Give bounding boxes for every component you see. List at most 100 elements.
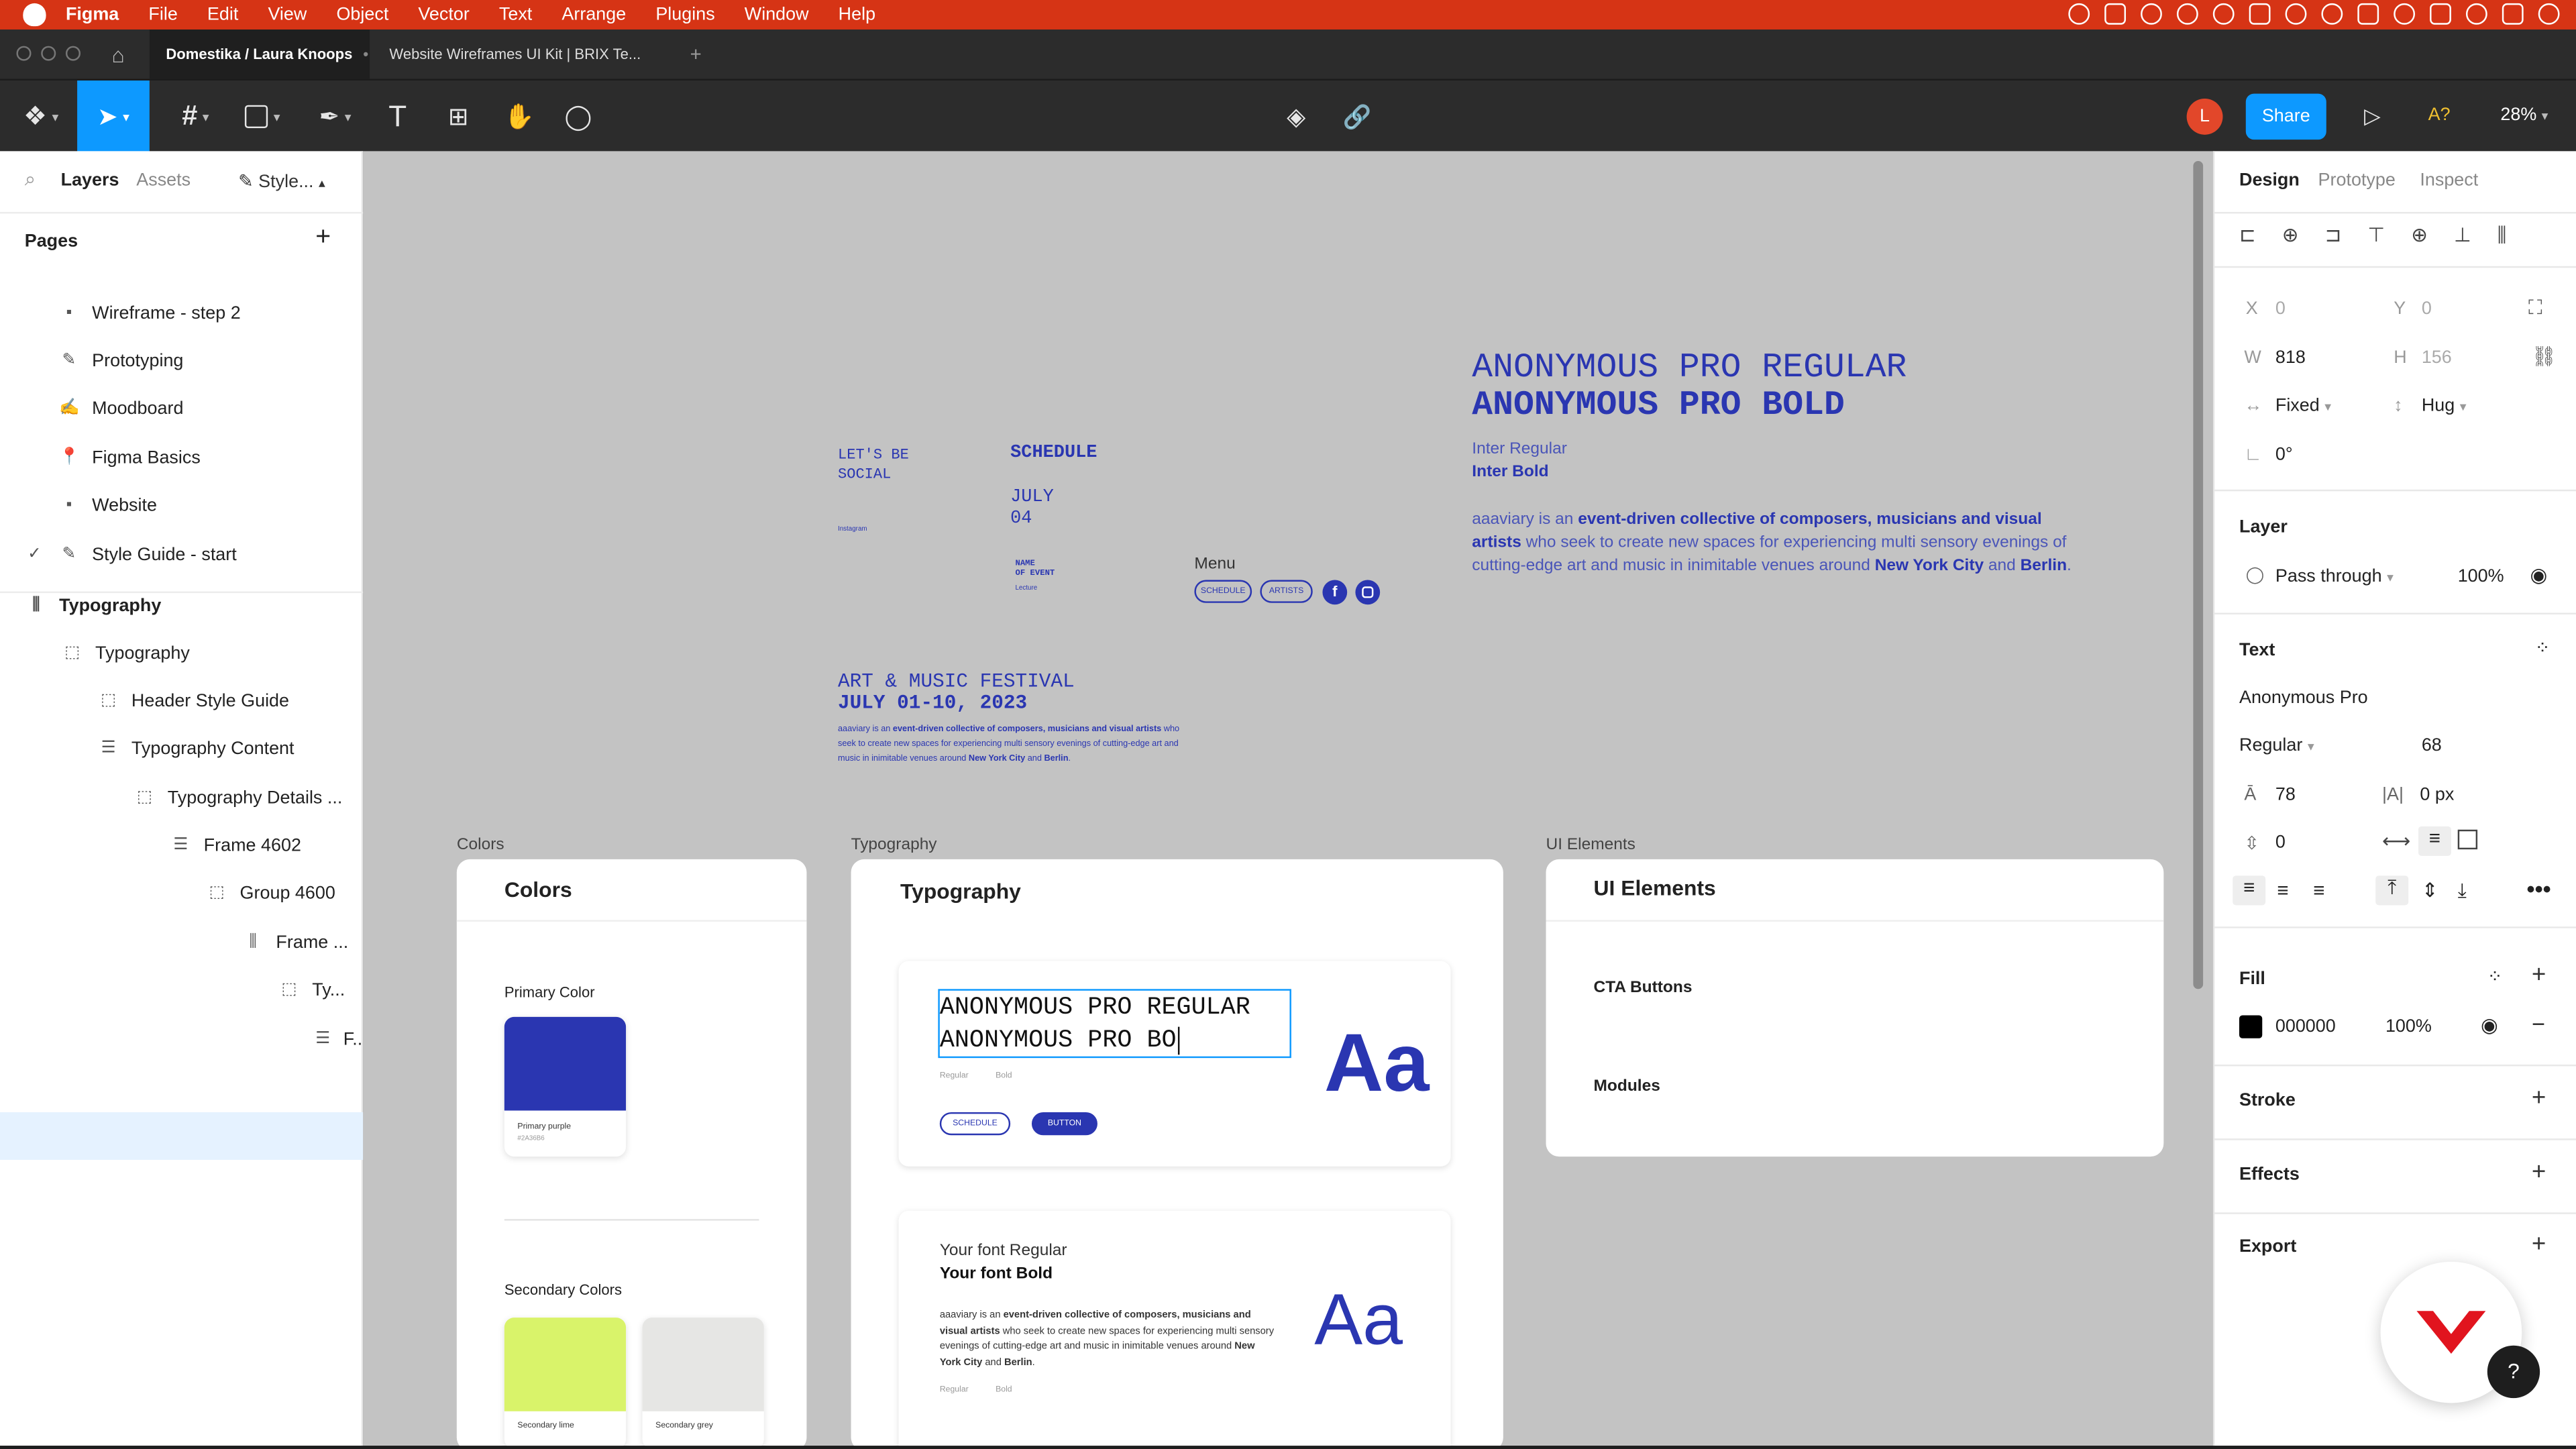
keyboard-icon[interactable] <box>2430 3 2451 25</box>
add-stroke-button[interactable]: + <box>2532 1084 2546 1112</box>
alignment-tools[interactable]: ⊏⊕⊐⊤⊕⊥⫼ <box>2239 223 2568 250</box>
height-mode-dropdown[interactable]: Hug ▾ <box>2422 396 2467 415</box>
layer-group-4600[interactable]: ⬚ Group 4600 <box>0 869 363 917</box>
layer-opacity-input[interactable]: 100% <box>2458 567 2504 586</box>
zoom-dropdown[interactable]: 28% ▾ <box>2500 105 2548 125</box>
align-center-icon[interactable]: ≡ <box>2277 879 2288 902</box>
ui-elements-card[interactable]: UI Elements CTA Buttons Modules <box>1546 859 2164 1157</box>
window-close-button[interactable] <box>16 46 32 61</box>
layer-typography-content[interactable]: ☰ Typography Content <box>0 724 363 772</box>
menu-object[interactable]: Object <box>336 5 388 24</box>
layer-frame[interactable]: ⫼ Frame ... <box>0 918 363 966</box>
window-zoom-button[interactable] <box>65 46 81 61</box>
layer-selected-text[interactable] <box>0 1112 364 1160</box>
screen-icon[interactable] <box>2104 3 2127 25</box>
menu-window[interactable]: Window <box>745 5 809 24</box>
rotation-input[interactable]: 0° <box>2275 445 2293 465</box>
main-menu-button[interactable]: ❖ ▾ <box>10 80 72 153</box>
missing-fonts-indicator[interactable]: A? <box>2428 105 2451 125</box>
frame-label-ui-elements[interactable]: UI Elements <box>1546 837 1635 855</box>
component-button[interactable]: ◈ <box>1267 80 1326 153</box>
add-export-button[interactable]: + <box>2532 1230 2546 1258</box>
paragraph-spacing-input[interactable]: 0 <box>2275 833 2286 853</box>
text-tool[interactable]: T <box>368 80 427 153</box>
align-right-icon[interactable]: ≡ <box>2313 879 2324 902</box>
layer-ty[interactable]: ⬚ Ty... <box>0 966 363 1014</box>
page-prototyping[interactable]: ✎ Prototyping <box>0 337 363 384</box>
gear-icon[interactable] <box>2212 3 2235 25</box>
user-icon[interactable] <box>2394 3 2416 25</box>
width-mode-dropdown[interactable]: Fixed ▾ <box>2275 396 2331 415</box>
facebook-icon[interactable]: f <box>1322 580 1348 605</box>
menu-plugins[interactable]: Plugins <box>655 5 714 24</box>
hand-tool[interactable]: ✋ <box>490 80 549 153</box>
canvas[interactable]: LET'S BE SOCIAL Instagram SCHEDULE JULY … <box>363 151 2213 1446</box>
resources-tool[interactable]: ⊞ <box>429 80 488 153</box>
page-moodboard[interactable]: ✍ Moodboard <box>0 384 363 432</box>
eye-icon[interactable]: ◉ <box>2530 564 2547 586</box>
blend-mode-dropdown[interactable]: Pass through ▾ <box>2275 567 2394 586</box>
tab-layers[interactable]: Layers <box>61 171 119 191</box>
tab-domestika[interactable]: Domestika / Laura Knoops • <box>149 30 370 79</box>
remove-fill-button[interactable]: − <box>2532 1010 2545 1036</box>
creative-cloud-icon[interactable] <box>2068 3 2090 25</box>
align-left-icon[interactable]: ≡ <box>2233 875 2266 906</box>
fill-color-swatch[interactable] <box>2239 1015 2263 1038</box>
app-icon[interactable] <box>2141 3 2162 25</box>
letter-spacing-input[interactable]: 0 px <box>2420 786 2454 805</box>
layer-f[interactable]: ☰ F... <box>0 1015 363 1063</box>
add-effect-button[interactable]: + <box>2532 1159 2546 1187</box>
menu-view[interactable]: View <box>268 5 307 24</box>
grey-swatch-card[interactable]: Secondary grey <box>642 1318 764 1446</box>
fill-opacity-input[interactable]: 100% <box>2385 1017 2432 1036</box>
tab-close-icon[interactable]: • <box>363 46 368 62</box>
vertical-scrollbar[interactable] <box>2193 161 2204 989</box>
font-family-dropdown[interactable]: Anonymous Pro <box>2239 688 2368 708</box>
align-top-icon[interactable]: ⤒ <box>2375 875 2409 906</box>
menu-arrange[interactable]: Arrange <box>561 5 626 24</box>
move-tool[interactable]: ➤ ▾ <box>77 80 150 153</box>
tab-assets[interactable]: Assets <box>136 171 191 191</box>
typography-card[interactable]: Typography ANONYMOUS PRO REGULAR ANONYMO… <box>851 859 1503 1446</box>
help-button[interactable]: ? <box>2487 1345 2540 1399</box>
wifi-icon[interactable] <box>2321 3 2343 25</box>
artists-pill[interactable]: ARTISTS <box>1260 580 1313 603</box>
edited-line-1[interactable]: ANONYMOUS PRO REGULAR <box>940 992 1250 1025</box>
auto-height-icon[interactable]: ≡ <box>2418 826 2451 856</box>
tab-design[interactable]: Design <box>2239 171 2300 191</box>
primary-button-sample[interactable]: BUTTON <box>1031 1112 1097 1136</box>
layer-frame-4602[interactable]: ☰ Frame 4602 <box>0 822 363 869</box>
align-middle-icon[interactable]: ⇕ <box>2422 879 2438 902</box>
add-fill-button[interactable]: + <box>2532 961 2546 989</box>
fixed-size-icon[interactable] <box>2457 829 2478 850</box>
fill-hex-input[interactable]: 000000 <box>2275 1017 2336 1036</box>
lime-swatch-card[interactable]: Secondary lime <box>504 1318 627 1446</box>
present-button[interactable]: ▷ <box>2343 80 2402 153</box>
user-avatar[interactable]: L <box>2186 98 2223 135</box>
layer-typography-frame[interactable]: ⫼ Typography <box>0 582 363 629</box>
frame-label-colors[interactable]: Colors <box>457 837 504 855</box>
clock-icon[interactable] <box>2538 3 2560 25</box>
tab-website-wireframes[interactable]: Website Wireframes UI Kit | BRIX Te... <box>373 30 669 78</box>
search-icon[interactable] <box>2465 3 2487 25</box>
shape-tool[interactable]: ▾ <box>233 80 292 153</box>
pen-tool[interactable]: ✒ ▾ <box>306 80 365 153</box>
link-button[interactable]: 🔗 <box>1328 80 1387 153</box>
auto-width-icon[interactable]: ⟷ <box>2382 830 2410 853</box>
lock-ratio-icon[interactable]: ⛓ <box>2532 345 2557 368</box>
control-center-icon[interactable] <box>2502 3 2524 25</box>
menu-help[interactable]: Help <box>839 5 875 24</box>
align-bottom-icon[interactable]: ⤓ <box>2458 879 2467 904</box>
page-website[interactable]: ▪ Website <box>0 482 363 529</box>
schedule-button-sample[interactable]: SCHEDULE <box>939 1112 1011 1136</box>
add-page-button[interactable]: + <box>315 223 331 253</box>
typography-sample-1[interactable]: ANONYMOUS PRO REGULAR ANONYMOUS PRO BO R… <box>898 961 1451 1167</box>
search-icon[interactable]: ⌕ <box>25 168 36 193</box>
more-options-icon[interactable]: ••• <box>2527 875 2551 902</box>
font-weight-dropdown[interactable]: Regular ▾ <box>2239 736 2314 755</box>
colors-card[interactable]: Colors Primary Color Primary purple #2A3… <box>456 859 807 1446</box>
x-input[interactable]: 0 <box>2275 299 2286 319</box>
eye-icon[interactable]: ◉ <box>2481 1014 2498 1036</box>
home-icon[interactable] <box>2249 3 2271 25</box>
page-switcher[interactable]: ✎ Style... ▴ <box>238 171 325 192</box>
